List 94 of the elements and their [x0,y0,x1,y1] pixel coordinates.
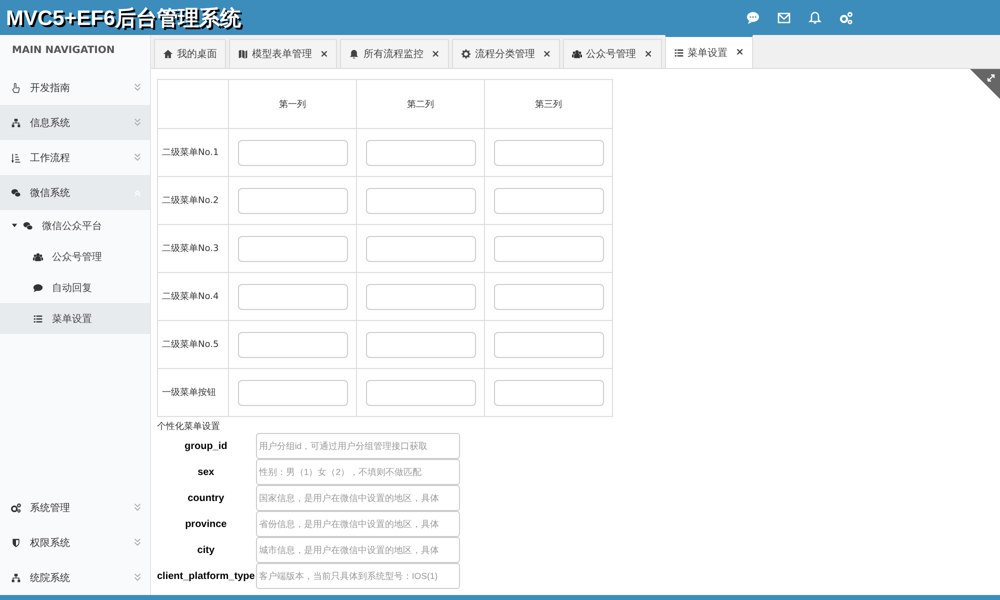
sitemap-icon [11,118,21,128]
input-field[interactable] [366,188,476,214]
chevron-down-icon [133,118,142,127]
tab[interactable]: 模型表单管理 × [229,39,338,68]
caret-down-icon [11,222,18,229]
chevron-down-icon [133,573,142,582]
field-label: province [184,518,228,530]
row-label: 一级菜单按钮 [158,368,228,416]
list-icon [33,314,43,324]
row-label: 二级菜单No.5 [158,320,228,368]
sidebar-heading: MAIN NAVIGATION [11,44,116,58]
close-tab-button[interactable]: × [736,47,744,58]
tab[interactable]: 我的桌面 [154,39,226,68]
sidebar-item[interactable]: 权限系统 [0,525,150,560]
users-icon [33,252,43,262]
chevron-down-icon [133,538,142,547]
sidebar-subitem[interactable]: 公众号管理 [0,241,150,272]
row-label: 二级菜单No.3 [158,224,228,272]
bell-icon[interactable] [808,10,822,24]
input-field[interactable]: 城市信息，是用户在微信中设置的地区，具体 [256,537,460,563]
tab[interactable]: 公众号管理 × [563,39,662,68]
map-icon [238,49,248,59]
input-field[interactable] [494,284,604,310]
row-label: 二级菜单No.4 [158,272,228,320]
shield-icon [11,538,21,548]
list-icon [674,48,684,58]
chat-icon[interactable] [746,10,760,24]
chevron-down-icon [133,503,142,512]
sidebar-subitem[interactable]: 菜单设置 [0,303,150,334]
input-field[interactable] [238,140,348,166]
tab[interactable]: 所有流程监控 × [340,39,449,68]
section-title: 个性化菜单设置 [157,420,221,433]
hand-icon [11,82,21,92]
input-field[interactable] [494,380,604,406]
users-icon [572,49,582,59]
sidebar-subitem[interactable]: 自动回复 [0,272,150,303]
column-header: 第二列 [356,80,484,128]
chevron-down-icon [133,83,142,92]
sitemap-icon [11,572,21,582]
field-label: country [186,492,226,504]
input-field[interactable] [494,332,604,358]
tab[interactable]: 流程分类管理 × [452,39,560,68]
input-field[interactable] [366,140,476,166]
close-tab-button[interactable]: × [320,48,328,60]
input-field[interactable] [494,188,604,214]
input-field[interactable]: 省份信息，是用户在微信中设置的地区，具体 [256,511,460,537]
input-field[interactable] [238,236,348,262]
home-icon [163,49,173,59]
sidebar-item[interactable]: 微信系统 [0,175,150,210]
table-header-cell [158,80,228,128]
input-field[interactable] [366,332,476,358]
mail-icon[interactable] [777,10,791,24]
column-header: 第三列 [484,80,612,128]
field-label: sex [196,466,216,478]
sidebar-item[interactable]: 开发指南 [0,70,150,105]
sidebar-item[interactable]: 系统管理 [0,490,150,525]
wechat-icon [23,220,33,230]
close-tab-button[interactable]: × [431,48,440,60]
field-label: city [196,544,216,556]
input-field[interactable] [366,380,476,406]
bell-icon [349,49,360,59]
wechat-icon [11,188,21,198]
input-field[interactable] [238,284,348,310]
sort-icon [11,152,21,162]
row-label: 二级菜单No.2 [158,176,228,224]
chevron-down-icon [133,153,142,162]
input-field[interactable] [366,236,476,262]
gear-icon [460,49,471,59]
sidebar-subitem[interactable]: 微信公众平台 [0,210,150,241]
sidebar-item[interactable]: 统院系统 [0,560,150,595]
comment-icon [33,282,43,292]
close-tab-button[interactable]: × [542,48,552,60]
fullscreen-corner-icon[interactable] [970,69,1000,99]
input-field[interactable] [238,332,348,358]
input-field[interactable]: 性别：男（1）女（2），不填则不做匹配 [256,459,460,485]
cogs-icon [11,502,21,512]
app-title: MVC5+EF6后台管理系统 [5,6,242,32]
sidebar-item[interactable]: 信息系统 [0,105,150,140]
input-field[interactable] [494,140,604,166]
input-field[interactable] [494,236,604,262]
row-label: 二级菜单No.1 [158,128,228,176]
input-field[interactable]: 用户分组id，可通过用户分组管理接口获取 [256,433,460,459]
column-header: 第一列 [228,80,356,128]
close-tab-button[interactable]: × [644,48,653,60]
tab[interactable]: 菜单设置 × [664,35,753,68]
input-field[interactable] [238,380,348,406]
input-field[interactable]: 国家信息，是用户在微信中设置的地区，具体 [256,485,460,511]
settings-icon[interactable] [839,10,853,24]
input-field[interactable] [238,188,348,214]
field-label: client_platform_type [157,570,255,582]
input-field[interactable]: 客户端版本，当前只具体到系统型号：IOS(1) [256,563,460,589]
sidebar-item[interactable]: 工作流程 [0,140,150,175]
input-field[interactable] [366,284,476,310]
field-label: group_id [184,440,228,452]
